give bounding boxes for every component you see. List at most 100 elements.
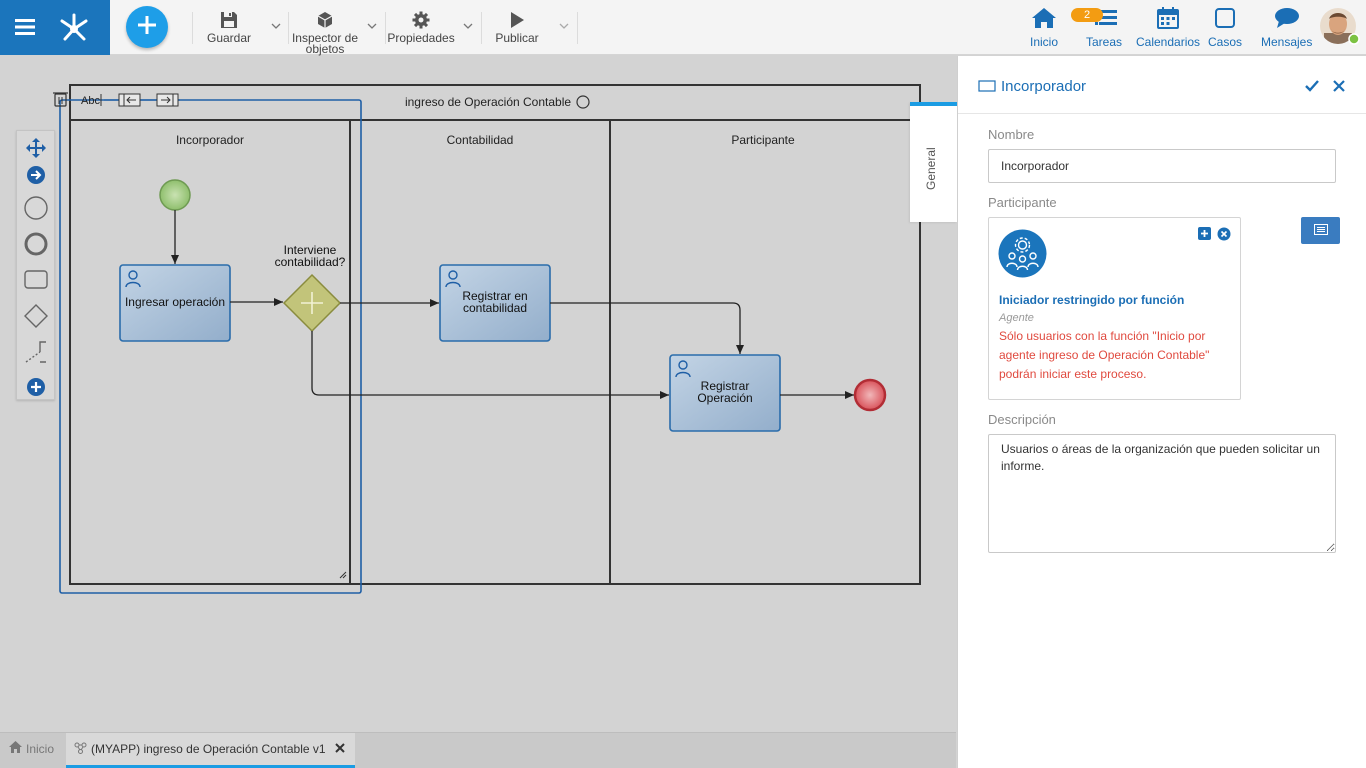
tab-active-label: (MYAPP) ingreso de Operación Contable v1 [91,742,326,756]
end-event[interactable] [853,378,887,412]
chat-bubble-icon [1274,7,1300,35]
lane-resize-handle-icon[interactable] [339,571,347,579]
toolbar-divider [481,12,482,44]
lane-participante-title[interactable]: Participante [731,133,795,147]
add-participant-icon[interactable] [1198,227,1211,245]
lane-contabilidad-title[interactable]: Contabilidad [447,133,514,147]
top-toolbar: Guardar Inspector de objetos Propiedades… [0,0,1366,55]
nav-casos[interactable]: Casos [1208,7,1242,49]
gear-icon [412,11,430,33]
move-tool-icon[interactable] [17,138,55,158]
close-tab-icon[interactable] [334,742,345,756]
participant-role-gear-icon [998,229,1047,283]
more-tools-plus-icon[interactable] [17,377,55,397]
case-square-icon [1214,7,1236,35]
lane-incorporador-title[interactable]: Incorporador [176,133,244,147]
diagram-canvas[interactable]: ingreso de Operación Contable Incorporad… [0,56,956,732]
publish-dropdown-chevron-icon[interactable] [559,18,569,36]
participant-list-button[interactable] [1301,217,1340,244]
save-dropdown-chevron-icon[interactable] [271,18,281,36]
panel-title: Incorporador [1001,78,1087,95]
task-registrar-contabilidad[interactable]: Registrar en contabilidad [439,264,551,342]
add-lane-right-icon[interactable] [156,93,179,107]
nav-tareas[interactable]: Tareas 2 [1071,7,1123,49]
panel-header: Incorporador [958,56,1366,114]
tab-general-label: General [924,147,938,190]
user-avatar[interactable] [1320,7,1360,47]
nav-inicio[interactable]: Inicio [1030,7,1058,49]
list-card-icon [1313,222,1328,240]
nav-tareas-label: Tareas [1086,35,1123,49]
object-inspector-button[interactable]: Inspector de objetos [291,11,359,55]
edit-label-button[interactable]: Abc [81,95,100,107]
pool-title[interactable]: ingreso de Operación Contable [405,95,571,109]
nav-calendarios-label: Calendarios [1136,35,1201,49]
publish-label: Publicar [495,31,539,45]
play-icon [508,11,526,33]
add-new-button[interactable] [126,6,168,48]
home-icon [9,741,22,756]
close-panel-icon[interactable] [1333,79,1345,97]
inspector-dropdown-chevron-icon[interactable] [367,18,377,36]
save-button[interactable]: Guardar [204,11,254,44]
descripcion-label: Descripción [988,412,1056,427]
participant-warning: Sólo usuarios con la función "Inicio por… [999,329,1210,381]
toolbar-divider [385,12,386,44]
descripcion-textarea[interactable]: Usuarios o áreas de la organización que … [988,434,1336,553]
nav-mensajes-label: Mensajes [1261,35,1313,49]
add-lane-left-icon[interactable] [118,93,141,107]
tab-inicio[interactable]: Inicio [9,741,54,756]
nombre-input[interactable] [988,149,1336,183]
properties-panel: Incorporador Nombre Participante Iniciad… [957,56,1366,768]
nav-casos-label: Casos [1208,35,1243,49]
properties-label: Propiedades [387,31,455,45]
start-event[interactable] [159,179,191,211]
properties-button[interactable]: Propiedades [387,11,455,45]
cube-icon [316,11,334,33]
toolbar-divider [192,12,193,44]
shape-palette [16,130,55,400]
confirm-check-icon[interactable] [1305,79,1319,97]
task-registrar-operacion[interactable]: Registrar Operación [669,354,781,432]
association-tool-dashed-line-icon[interactable] [17,339,55,365]
properties-dropdown-chevron-icon[interactable] [463,18,473,36]
task-registrar-op-line2: Operación [697,391,752,405]
toolbar-divider [577,12,578,44]
pool-title-circle-icon [576,95,590,109]
selected-lane-outline [59,99,362,594]
tab-inicio-label: Inicio [26,741,55,756]
inspector-label-line2: objetos [305,42,345,56]
floppy-disk-icon [220,11,238,33]
lane-rectangle-icon [978,79,996,97]
save-label: Guardar [206,31,252,45]
remove-participant-icon[interactable] [1217,227,1231,246]
nav-inicio-label: Inicio [1030,35,1059,49]
task-tool-rectangle-icon[interactable] [17,269,55,291]
end-event-tool-thick-circle-icon[interactable] [17,231,55,257]
nav-calendarios[interactable]: Calendarios [1136,7,1200,49]
publish-button[interactable]: Publicar [492,11,542,44]
home-icon [1031,7,1057,35]
nav-mensajes[interactable]: Mensajes [1261,7,1312,49]
flow-registrar-contabilidad-to-registrar-operacion[interactable] [550,302,744,354]
task-registrar-cont-line2: contabilidad [463,301,527,315]
participant-type: Agente [999,312,1034,324]
calendar-icon [1157,7,1180,35]
connector-tool-arrow-icon[interactable] [17,165,55,185]
participante-label: Participante [988,195,1057,210]
gateway-interviene-contabilidad[interactable] [282,273,342,333]
participant-card[interactable]: Iniciador restringido por función Agente… [988,217,1241,400]
task-ingresar-operacion[interactable]: Ingresar operación [119,264,231,342]
nombre-label: Nombre [988,127,1035,142]
gateway-tool-diamond-icon[interactable] [17,303,55,329]
tab-general[interactable]: General [910,102,957,222]
start-event-tool-circle-icon[interactable] [17,195,55,221]
task-ingresar-label: Ingresar operación [125,295,225,309]
bottom-tab-bar: Inicio (MYAPP) ingreso de Operación Cont… [0,732,956,768]
toolbar-divider [288,12,289,44]
process-diagram-icon [74,742,87,757]
logo-icon[interactable] [57,10,91,44]
participant-name[interactable]: Iniciador restringido por función [999,293,1184,307]
tab-active-process[interactable]: (MYAPP) ingreso de Operación Contable v1 [66,733,355,768]
hamburger-menu-icon[interactable] [15,17,35,37]
